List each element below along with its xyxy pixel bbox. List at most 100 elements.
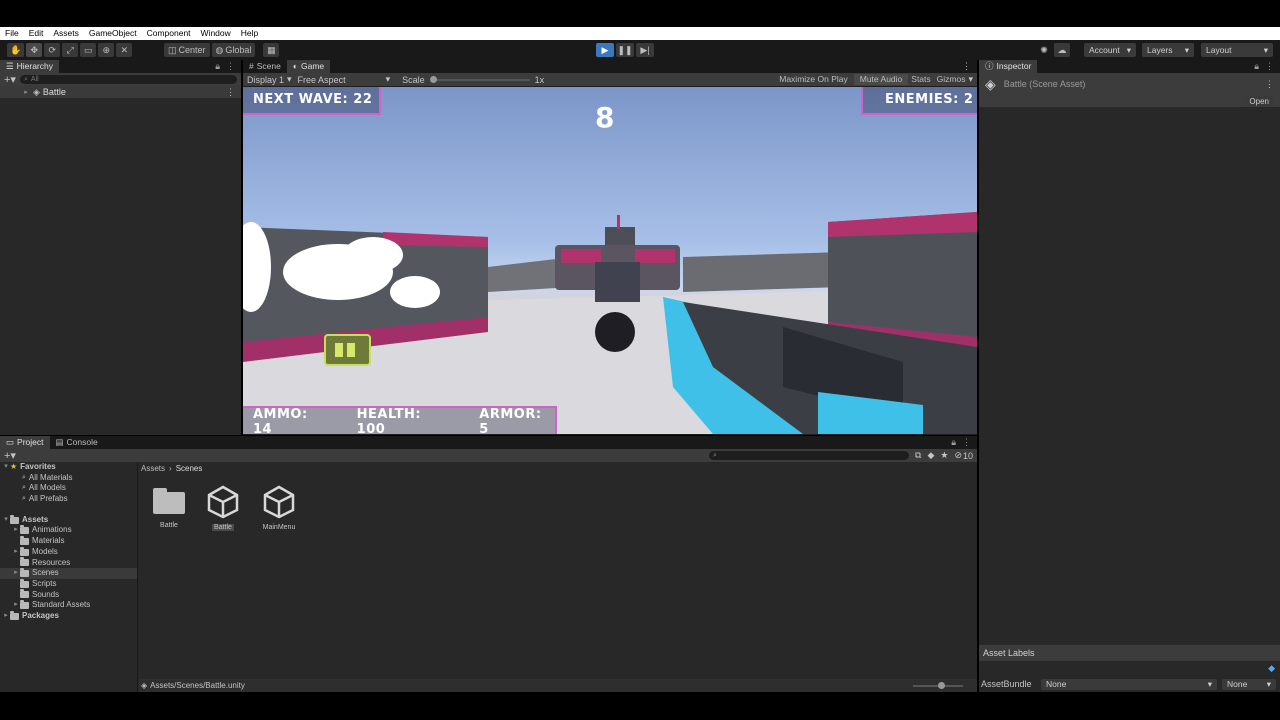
kebab-menu-icon[interactable]: ⋮ [962,437,971,448]
chevron-right-icon[interactable]: ▸ [2,611,10,622]
menu-edit[interactable]: Edit [24,27,49,40]
asset-bundle-value: None [1046,679,1067,689]
stats-toggle[interactable]: Stats [908,74,933,85]
assets-root-row[interactable]: ▾ Assets [0,514,137,526]
icon-size-slider-thumb[interactable] [938,681,945,689]
scene-icon: # [249,61,254,71]
play-button[interactable]: ▶ [596,43,614,57]
chevron-down-icon[interactable]: ▾ [2,462,10,473]
project-search-input[interactable]: ⌕ [709,451,909,460]
folder-row[interactable]: ▸ Models [0,546,137,558]
account-dropdown[interactable]: Account ▾ [1084,43,1136,57]
search-icon: ⌕ [23,75,28,83]
chevron-right-icon[interactable]: ▸ [12,547,20,558]
asset-item-selected[interactable]: Battle [203,484,243,531]
filter-type-icon[interactable]: ⧉ [915,450,921,461]
menu-help[interactable]: Help [236,27,263,40]
favorite-item[interactable]: ⌕ All Prefabs [0,494,137,505]
menu-window[interactable]: Window [196,27,236,40]
hierarchy-search-input[interactable]: ⌕ All [19,75,237,84]
chevron-right-icon[interactable]: ▸ [22,88,30,96]
scale-slider-track[interactable] [429,75,530,83]
menu-component[interactable]: Component [142,27,196,40]
gizmos-toggle[interactable]: Gizmos [934,74,969,85]
scale-label: Scale [402,74,425,85]
rotate-tool-icon[interactable]: ⟳ [44,43,61,57]
hand-tool-icon[interactable]: ✋ [7,43,25,57]
menu-file[interactable]: File [0,27,24,40]
layers-dropdown[interactable]: Layers ▾ [1142,43,1194,57]
lock-icon[interactable]: 🔒︎ [215,61,220,72]
game-viewport[interactable]: NEXT WAVE: 22 8 ENEMIES: 2 AMMO: 14 HEAL… [243,87,977,434]
display-dropdown[interactable]: Display 1 ▾ [247,74,292,85]
favorite-item[interactable]: ⌕ All Materials [0,473,137,484]
asset-bundle-dropdown[interactable]: None ▾ [1041,678,1217,690]
custom-tool-icon[interactable]: ✕ [116,43,133,57]
transform-tool-icon[interactable]: ⊕ [98,43,115,57]
aspect-dropdown[interactable]: Free Aspect ▾ [298,74,391,85]
menu-bar: File Edit Assets GameObject Component Wi… [0,27,1280,40]
kebab-menu-icon[interactable]: ⋮ [226,87,235,98]
chevron-right-icon[interactable]: ▸ [12,600,20,611]
scale-slider[interactable]: Scale 1x [402,75,544,85]
folder-row[interactable]: Materials [0,535,137,547]
tab-hierarchy[interactable]: ☰ Hierarchy [0,60,59,73]
kebab-menu-icon[interactable]: ⋮ [962,61,977,72]
add-icon[interactable]: +▾ [4,73,16,86]
folder-row[interactable]: Resources [0,557,137,569]
folder-row[interactable]: ▸ Standard Assets [0,600,137,611]
menu-assets[interactable]: Assets [48,27,84,40]
cloud-icon[interactable]: ☁ [1054,43,1070,57]
scale-slider-thumb[interactable] [429,75,437,83]
lock-icon[interactable]: 🔒︎ [1254,61,1259,72]
chevron-down-icon[interactable]: ▾ [968,74,973,85]
favorites-row[interactable]: ▾ ★ Favorites [0,462,137,473]
kebab-menu-icon[interactable]: ⋮ [1265,61,1274,72]
star-icon: ★ [10,462,18,471]
add-icon[interactable]: +▾ [4,449,16,462]
hidden-packages-toggle[interactable]: ⊘ 10 [954,450,973,461]
menu-gameobject[interactable]: GameObject [84,27,142,40]
folder-row[interactable]: ▸ Animations [0,525,137,536]
step-button[interactable]: ▶| [636,43,654,57]
open-button[interactable]: Open [1244,96,1274,106]
chevron-down-icon[interactable]: ▾ [2,515,10,526]
kebab-menu-icon[interactable]: ⋮ [226,61,235,72]
scale-tool-icon[interactable]: ⤢ [62,43,79,57]
pivot-center-button[interactable]: ◫ Center [164,43,210,57]
favorite-star-icon[interactable]: ★ [940,450,948,461]
maximize-on-play-toggle[interactable]: Maximize On Play [773,74,854,85]
breadcrumb-assets[interactable]: Assets [141,464,165,473]
space-global-button[interactable]: ◍ Global [211,43,256,57]
folder-row-selected[interactable]: ▸ Scenes [0,568,137,579]
inspector-tabbar: ⓘ Inspector 🔒︎ ⋮ [979,60,1280,73]
tab-game[interactable]: ◐ Game [286,60,331,73]
lock-icon[interactable]: 🔒︎ [951,437,956,448]
asset-variant-dropdown[interactable]: None ▾ [1222,678,1276,690]
favorite-item[interactable]: ⌕ All Models [0,483,137,494]
packages-row[interactable]: ▸ Packages [0,610,137,622]
breadcrumb-scenes[interactable]: Scenes [176,464,203,473]
asset-item[interactable]: MainMenu [257,484,301,531]
mute-audio-toggle[interactable]: Mute Audio [853,74,909,85]
pause-button[interactable]: ❚❚ [616,43,634,57]
label-tag-icon[interactable]: ◆ [1268,663,1275,674]
tab-project[interactable]: ▭ Project [0,436,50,449]
scene-root-row[interactable]: ▸ ◈ Battle ⋮ [0,86,241,98]
collab-icon[interactable]: ✺ [1036,43,1052,57]
folder-row[interactable]: Scripts [0,578,137,590]
kebab-menu-icon[interactable]: ⋮ [1265,79,1280,90]
chevron-right-icon[interactable]: ▸ [12,525,20,536]
move-tool-icon[interactable]: ✥ [26,43,43,57]
grid-snap-icon[interactable]: ▦ [263,43,280,57]
filter-label-icon[interactable]: ◆ [927,450,934,461]
layout-dropdown[interactable]: Layout ▾ [1201,43,1273,57]
icon-size-slider[interactable] [913,681,963,689]
chevron-right-icon[interactable]: ▸ [12,568,20,579]
asset-item[interactable]: Battle [149,484,189,529]
tab-inspector[interactable]: ⓘ Inspector [979,60,1038,73]
tab-console[interactable]: ▤ Console [50,436,104,449]
tab-scene[interactable]: # Scene [243,60,287,73]
folder-row[interactable]: Sounds [0,589,137,601]
rect-tool-icon[interactable]: ▭ [80,43,97,57]
